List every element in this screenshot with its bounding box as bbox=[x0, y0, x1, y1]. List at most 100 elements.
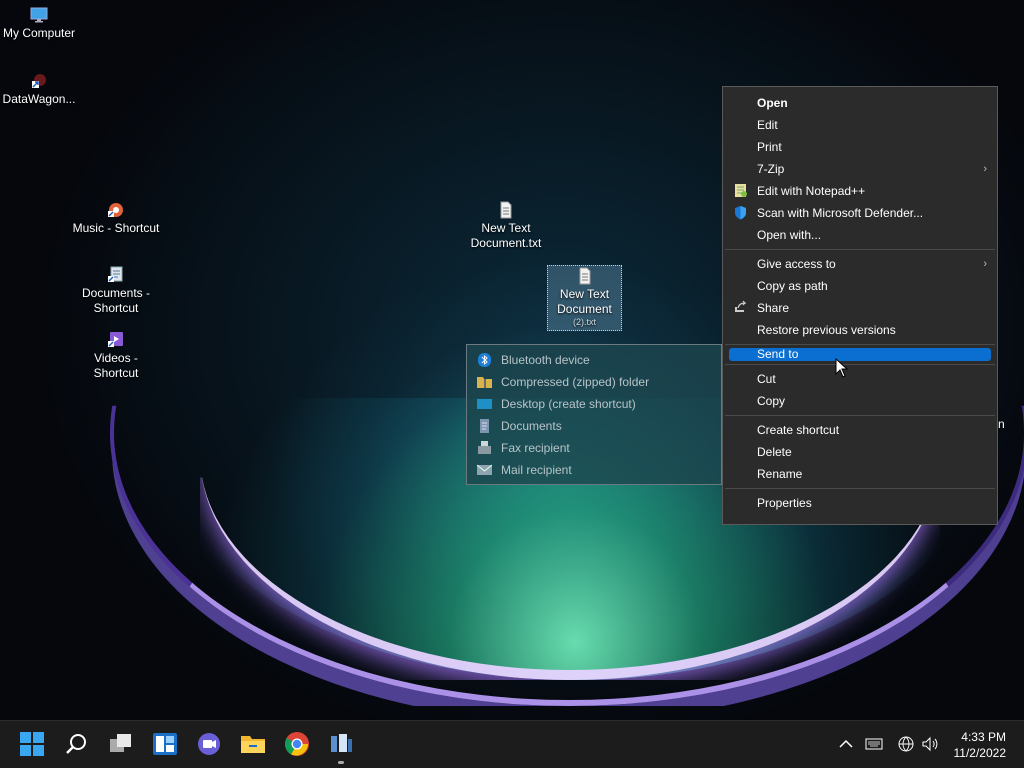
menu-item-edit-notepadpp[interactable]: Edit with Notepad++ bbox=[723, 180, 997, 202]
menu-item-edit[interactable]: Edit bbox=[723, 114, 997, 136]
chevron-up-icon[interactable] bbox=[837, 735, 855, 753]
menu-item-create-shortcut[interactable]: Create shortcut bbox=[723, 419, 997, 441]
menu-item-label: Documents bbox=[501, 419, 562, 433]
menu-item-delete[interactable]: Delete bbox=[723, 441, 997, 463]
mail-icon bbox=[477, 464, 492, 475]
taskbar: 4:33 PM 11/2/2022 bbox=[0, 720, 1024, 768]
text-file-icon bbox=[579, 267, 590, 285]
menu-item-label: 7-Zip bbox=[757, 162, 785, 176]
menu-separator bbox=[725, 364, 995, 365]
menu-item-label: Properties bbox=[757, 496, 812, 510]
shortcut-app-icon bbox=[32, 74, 46, 88]
desktop-icon-my-computer[interactable]: My Computer bbox=[0, 6, 84, 41]
clock-date: 11/2/2022 bbox=[953, 746, 1007, 760]
menu-item-open[interactable]: Open bbox=[723, 92, 997, 114]
menu-item-label: Copy bbox=[757, 394, 786, 408]
send-to-bluetooth[interactable]: Bluetooth device bbox=[467, 349, 721, 371]
chevron-right-icon: › bbox=[983, 163, 987, 175]
menu-item-send-to[interactable]: Send to bbox=[729, 348, 991, 361]
menu-item-label: Fax recipient bbox=[501, 441, 570, 455]
menu-separator bbox=[725, 344, 995, 345]
menu-item-label: Mail recipient bbox=[501, 463, 572, 477]
videos-icon bbox=[108, 332, 123, 347]
menu-item-print[interactable]: Print bbox=[723, 136, 997, 158]
chevron-right-icon: › bbox=[983, 258, 987, 270]
documents-icon bbox=[108, 266, 123, 282]
send-to-documents[interactable]: Documents bbox=[467, 415, 721, 437]
widgets-icon[interactable] bbox=[152, 731, 178, 757]
menu-item-label: Print bbox=[757, 140, 782, 154]
icon-label: Videos - Shortcut bbox=[93, 351, 139, 380]
menu-separator bbox=[725, 488, 995, 489]
icon-label: New Text Document bbox=[557, 287, 612, 316]
menu-item-open-with[interactable]: Open with... bbox=[723, 224, 997, 246]
mouse-cursor-icon bbox=[835, 358, 849, 378]
text-file-icon bbox=[500, 201, 512, 219]
menu-item-share[interactable]: Share bbox=[723, 297, 997, 319]
menu-item-label: Send to bbox=[757, 347, 799, 361]
menu-item-properties[interactable]: Properties bbox=[723, 492, 997, 514]
menu-separator bbox=[725, 415, 995, 416]
menu-item-label: Restore previous versions bbox=[757, 323, 896, 337]
send-to-fax[interactable]: Fax recipient bbox=[467, 437, 721, 459]
send-to-submenu: Bluetooth device Compressed (zipped) fol… bbox=[466, 344, 722, 485]
desktop-icon-datawagon[interactable]: DataWagon... bbox=[0, 72, 84, 107]
menu-item-label: Copy as path bbox=[757, 279, 828, 293]
zip-folder-icon bbox=[477, 377, 492, 388]
menu-item-label: Bluetooth device bbox=[501, 353, 590, 367]
share-icon bbox=[735, 300, 747, 312]
volume-icon[interactable] bbox=[921, 735, 939, 753]
menu-item-restore-versions[interactable]: Restore previous versions bbox=[723, 319, 997, 341]
icon-label: New Text Document.txt bbox=[470, 221, 542, 250]
file-explorer-icon[interactable] bbox=[240, 731, 266, 757]
monitor-icon bbox=[30, 7, 48, 23]
menu-item-cut[interactable]: Cut bbox=[723, 368, 997, 390]
menu-item-label: Cut bbox=[757, 372, 776, 386]
keyboard-icon[interactable] bbox=[865, 735, 883, 753]
search-icon[interactable] bbox=[64, 731, 90, 757]
running-indicator bbox=[338, 761, 344, 764]
menu-separator bbox=[725, 249, 995, 250]
defender-shield-icon bbox=[735, 206, 746, 220]
music-icon bbox=[108, 203, 123, 217]
taskbar-clock[interactable]: 4:33 PM 11/2/2022 bbox=[954, 729, 1007, 761]
teams-chat-icon[interactable] bbox=[196, 731, 222, 757]
menu-item-label: Rename bbox=[757, 467, 803, 481]
icon-label: Documents - Shortcut bbox=[81, 286, 151, 315]
menu-item-give-access[interactable]: Give access to › bbox=[723, 253, 997, 275]
start-icon[interactable] bbox=[19, 731, 45, 757]
menu-item-label: Delete bbox=[757, 445, 792, 459]
menu-item-label: Desktop (create shortcut) bbox=[501, 397, 636, 411]
notepad-plus-icon bbox=[735, 184, 747, 197]
app-shortcut-icon[interactable] bbox=[328, 731, 354, 757]
partial-desktop-label: n bbox=[998, 417, 1005, 431]
chrome-icon[interactable] bbox=[284, 731, 310, 757]
menu-item-label: Share bbox=[757, 301, 790, 315]
desktop-icon-documents-shortcut[interactable]: Documents - Shortcut bbox=[71, 266, 161, 316]
task-view-icon[interactable] bbox=[108, 731, 134, 757]
menu-item-copy[interactable]: Copy bbox=[723, 390, 997, 412]
bluetooth-icon bbox=[478, 353, 491, 367]
desktop-icon-videos-shortcut[interactable]: Videos - Shortcut bbox=[71, 331, 161, 381]
desktop-icon-music-shortcut[interactable]: Music - Shortcut bbox=[71, 201, 161, 236]
icon-label-suffix: (2).txt bbox=[572, 317, 596, 327]
menu-item-copy-as-path[interactable]: Copy as path bbox=[723, 275, 997, 297]
send-to-zip-folder[interactable]: Compressed (zipped) folder bbox=[467, 371, 721, 393]
menu-item-label: Open bbox=[757, 96, 788, 110]
menu-item-label: Scan with Microsoft Defender... bbox=[757, 206, 924, 220]
desktop-icon-new-text-document-2-selected[interactable]: New Text Document (2).txt bbox=[547, 265, 622, 331]
menu-item-label: Give access to bbox=[757, 257, 836, 271]
send-to-desktop[interactable]: Desktop (create shortcut) bbox=[467, 393, 721, 415]
menu-item-7zip[interactable]: 7-Zip › bbox=[723, 158, 997, 180]
desktop-icon bbox=[477, 399, 492, 409]
network-icon[interactable] bbox=[897, 735, 915, 753]
fax-icon bbox=[478, 441, 491, 454]
documents-icon bbox=[480, 419, 489, 433]
context-menu: Open Edit Print 7-Zip › Edit with Notepad… bbox=[722, 86, 998, 525]
menu-item-label: Create shortcut bbox=[757, 423, 840, 437]
icon-label: My Computer bbox=[2, 26, 76, 40]
menu-item-rename[interactable]: Rename bbox=[723, 463, 997, 485]
menu-item-scan-defender[interactable]: Scan with Microsoft Defender... bbox=[723, 202, 997, 224]
send-to-mail[interactable]: Mail recipient bbox=[467, 459, 721, 481]
desktop-icon-new-text-document[interactable]: New Text Document.txt bbox=[461, 201, 551, 251]
